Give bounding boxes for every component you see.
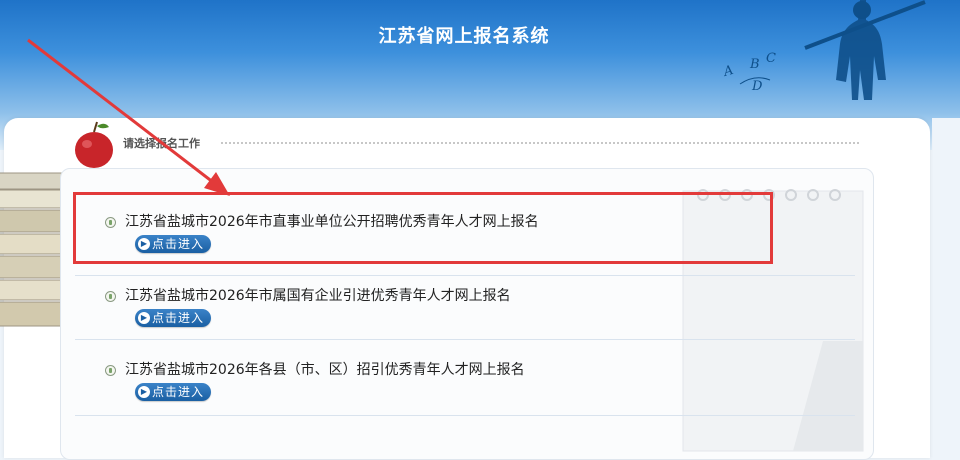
job-title: 江苏省盐城市2026年各县（市、区）招引优秀青年人才网上报名: [125, 362, 525, 378]
svg-text:B: B: [749, 57, 760, 72]
arrow-right-icon: ▶: [138, 312, 150, 324]
teacher-illustration: A B C D: [721, 0, 926, 100]
section-divider: [221, 142, 859, 144]
enter-button-label: 点击进入: [152, 311, 205, 325]
list-divider: [75, 275, 855, 276]
svg-text:D: D: [751, 79, 763, 94]
job-title: 江苏省盐城市2026年市属国有企业引进优秀青年人才网上报名: [125, 288, 511, 304]
enter-button[interactable]: ▶ 点击进入: [135, 383, 211, 401]
svg-text:C: C: [766, 51, 776, 66]
highlight-box: [73, 192, 773, 264]
enter-button-label: 点击进入: [152, 385, 205, 399]
bullet-icon: [105, 291, 116, 302]
list-divider: [75, 415, 855, 416]
enter-button[interactable]: ▶ 点击进入: [135, 309, 211, 327]
arrow-right-icon: ▶: [138, 386, 150, 398]
section-header: 请选择报名工作: [123, 135, 863, 151]
bullet-icon: [105, 365, 116, 376]
list-divider: [75, 339, 855, 340]
job-item: 江苏省盐城市2026年各县（市、区）招引优秀青年人才网上报名 ▶ 点击进入: [61, 357, 873, 423]
svg-text:A: A: [721, 63, 735, 80]
section-label: 请选择报名工作: [123, 137, 200, 150]
page-gutter: [932, 118, 960, 445]
